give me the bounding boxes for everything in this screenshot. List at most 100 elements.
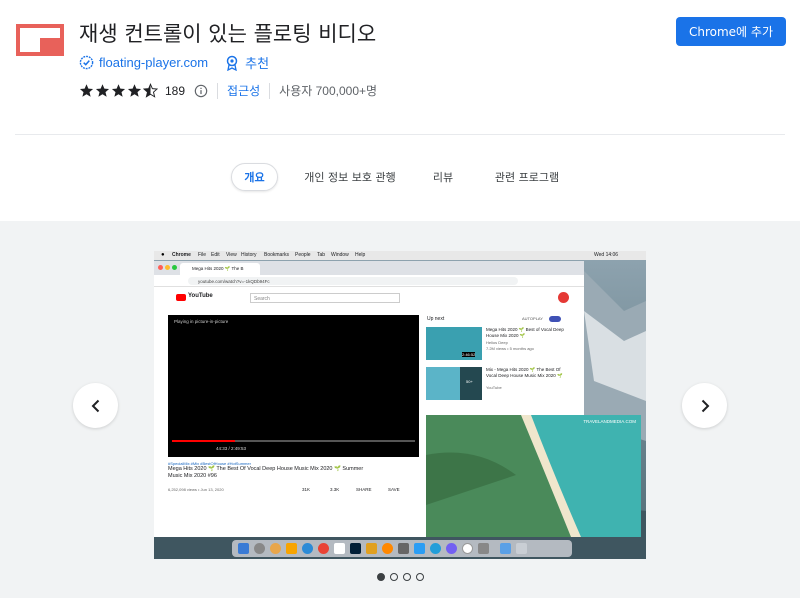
finder-icon[interactable]: [238, 543, 249, 554]
menubar-item: People: [295, 252, 311, 258]
app-icon[interactable]: [366, 543, 377, 554]
tab-overview[interactable]: 개요: [231, 163, 278, 191]
chevron-right-icon: [701, 399, 709, 412]
star-full-icon: [79, 84, 94, 97]
accessibility-link[interactable]: 접근성: [227, 82, 260, 99]
like-count[interactable]: 31K: [302, 487, 310, 492]
telegram-icon[interactable]: [430, 543, 441, 554]
gallery-dot[interactable]: [416, 573, 424, 581]
add-to-chrome-button[interactable]: Chrome에 추가: [676, 17, 786, 46]
rec2-title[interactable]: Mix - Mega Hits 2020 🌱 The Best Of Vocal…: [486, 367, 571, 378]
screenshot-gallery: ● Chrome File Edit View History Bookmark…: [0, 221, 800, 598]
rating-count[interactable]: 189: [165, 84, 185, 98]
youtube-logo-icon: [176, 294, 186, 301]
rec1-thumbnail[interactable]: 2:46:52: [426, 327, 482, 360]
browser-tabstrip: Mega Hits 2020 🌱 The B: [154, 261, 584, 275]
launchpad-icon[interactable]: [254, 543, 265, 554]
star-half-icon: [143, 83, 158, 98]
gallery-screenshot[interactable]: ● Chrome File Edit View History Bookmark…: [154, 251, 646, 559]
avatar[interactable]: [558, 292, 569, 303]
video-title: Mega Hits 2020 🌱 The Best Of Vocal Deep …: [168, 466, 364, 479]
trash-icon[interactable]: [516, 543, 527, 554]
autoplay-label: AUTOPLAY: [522, 316, 543, 321]
autoplay-toggle[interactable]: [549, 316, 561, 322]
youtube-header: YouTube Search: [154, 289, 584, 307]
browser-tab-title: Mega Hits 2020 🌱 The B: [192, 266, 244, 271]
address-url: youtube.com/watch?v=-1kQDb94Fc: [198, 278, 270, 284]
rating-row: 189 접근성 사용자 700,000+명: [79, 82, 377, 99]
publisher-link[interactable]: floating-player.com: [99, 55, 208, 70]
video-progress[interactable]: [172, 440, 415, 442]
up-next-label: Up next: [427, 316, 445, 322]
chevron-left-icon: [91, 399, 99, 412]
tab-reviews[interactable]: 리뷰: [426, 163, 460, 191]
gallery-pagination: [377, 573, 429, 581]
tab-related[interactable]: 관련 프로그램: [487, 163, 567, 191]
app-icon[interactable]: [398, 543, 409, 554]
menubar-item: Edit: [211, 252, 220, 258]
menubar-item: Tab: [317, 252, 326, 258]
photoshop-icon[interactable]: [350, 543, 361, 554]
video-player[interactable]: Playing in picture-in-picture 44:33 / 2:…: [168, 315, 419, 457]
viber-icon[interactable]: [446, 543, 457, 554]
header-divider: [15, 134, 785, 135]
clock-icon[interactable]: [462, 543, 473, 554]
menubar-clock: Wed 14:06: [594, 252, 619, 258]
rec2-thumbnail[interactable]: 50+: [426, 367, 482, 400]
settings-icon[interactable]: [478, 543, 489, 554]
star-full-icon: [127, 84, 142, 97]
rating-stars: [79, 83, 159, 98]
divider: [269, 82, 271, 99]
gallery-next-button[interactable]: [682, 383, 727, 428]
menubar-item: History: [241, 252, 257, 258]
menubar-item: File: [198, 252, 207, 258]
menubar-item: View: [226, 252, 237, 258]
extension-title: 재생 컨트롤이 있는 플로팅 비디오: [79, 22, 377, 46]
divider: [217, 82, 219, 99]
user-count: 사용자 700,000+명: [279, 84, 378, 98]
extension-logo-icon: [16, 24, 64, 56]
star-full-icon: [95, 84, 110, 97]
menubar-item: Window: [331, 252, 349, 258]
mac-menubar: ● Chrome File Edit View History Bookmark…: [154, 251, 646, 260]
gallery-prev-button[interactable]: [73, 383, 118, 428]
folder-icon[interactable]: [500, 543, 511, 554]
menubar-app: Chrome: [172, 252, 191, 258]
tab-privacy[interactable]: 개인 정보 보호 관행: [298, 163, 402, 191]
gallery-dot[interactable]: [377, 573, 385, 581]
info-icon[interactable]: [194, 84, 208, 98]
browser-icon[interactable]: [302, 543, 313, 554]
rec2-channel: YouTube: [486, 385, 502, 390]
vlc-icon[interactable]: [382, 543, 393, 554]
rec1-title[interactable]: Mega Hits 2020 🌱 Best of Vocal Deep Hous…: [486, 327, 571, 338]
verified-icon: [79, 55, 94, 70]
publisher-row: floating-player.com 추천: [79, 53, 269, 72]
star-full-icon: [111, 84, 126, 97]
illustrator-icon[interactable]: [286, 543, 297, 554]
dislike-count[interactable]: 3.3K: [330, 487, 339, 492]
menubar-item: Bookmarks: [264, 252, 290, 258]
rec1-meta: 7.2M views • 5 months ago: [486, 346, 534, 351]
video-watermark: TRAVELANDMEDIA.COM: [583, 419, 636, 424]
pip-label: Playing in picture-in-picture: [174, 319, 229, 324]
video-time: 44:33 / 2:49:53: [216, 446, 247, 451]
featured-badge-icon: [226, 55, 238, 71]
app-icon[interactable]: [334, 543, 345, 554]
browser-tab[interactable]: Mega Hits 2020 🌱 The B: [180, 263, 260, 275]
featured-badge-label[interactable]: 추천: [245, 53, 269, 72]
mac-dock: [232, 540, 572, 557]
address-bar[interactable]: youtube.com/watch?v=-1kQDb94Fc: [188, 277, 518, 285]
save-button[interactable]: SAVE: [388, 487, 400, 492]
gallery-dot[interactable]: [403, 573, 411, 581]
gallery-dot[interactable]: [390, 573, 398, 581]
floating-video-window[interactable]: TRAVELANDMEDIA.COM: [426, 415, 641, 537]
video-meta: 6,252,098 views • Jun 13, 2020: [168, 487, 224, 492]
youtube-search-input[interactable]: Search: [250, 293, 400, 303]
app-icon[interactable]: [270, 543, 281, 554]
browser-toolbar: youtube.com/watch?v=-1kQDb94Fc: [154, 275, 584, 287]
app-icon[interactable]: [414, 543, 425, 554]
extension-header: 재생 컨트롤이 있는 플로팅 비디오 floating-player.com 추…: [0, 0, 800, 135]
chrome-icon[interactable]: [318, 543, 329, 554]
share-button[interactable]: SHARE: [356, 487, 372, 492]
tab-bar: 개요 개인 정보 보호 관행 리뷰 관련 프로그램: [0, 163, 800, 193]
